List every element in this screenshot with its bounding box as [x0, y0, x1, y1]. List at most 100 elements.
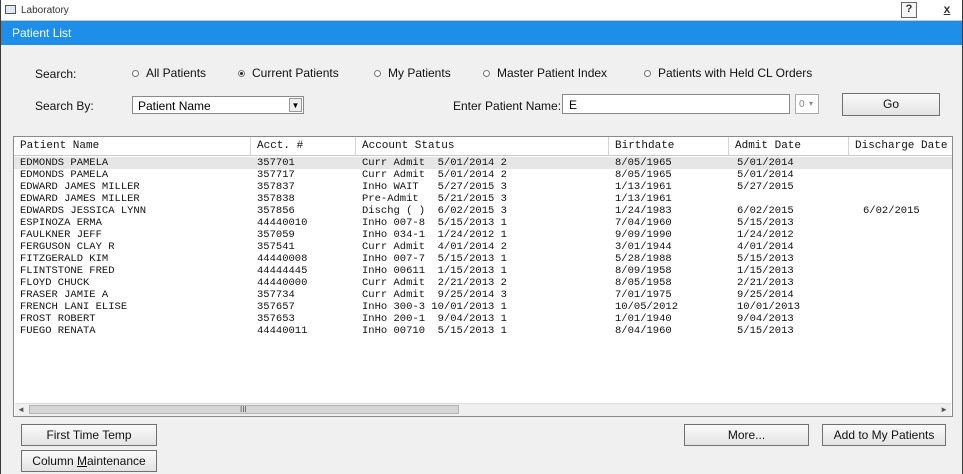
- cell-admit-date: 9/04/2013: [737, 313, 794, 325]
- scroll-right-icon[interactable]: ►: [940, 405, 948, 414]
- search-label: Search:: [35, 67, 77, 81]
- table-row[interactable]: FROST ROBERT 357653 InHo 200-1 9/04/2013 1…: [14, 313, 952, 325]
- help-button[interactable]: ?: [901, 2, 917, 18]
- radio-label: Master Patient Index: [497, 66, 608, 80]
- close-icon[interactable]: x: [944, 2, 951, 16]
- table-row[interactable]: FERGUSON CLAY R 357541 Curr Admit 4/01/201…: [14, 241, 952, 253]
- horizontal-scrollbar[interactable]: ◄ III ►: [15, 403, 951, 416]
- laboratory-window: Laboratory ? x Patient List Search: All …: [0, 0, 963, 474]
- table-row[interactable]: EDMONDS PAMELA 357701 Curr Admit 5/01/2014…: [14, 157, 952, 169]
- scroll-left-icon[interactable]: ◄: [17, 405, 25, 414]
- search-by-select[interactable]: Patient Name ▼: [132, 96, 304, 114]
- cell-account-status: InHo 034-1 1/24/2012 1: [362, 229, 507, 241]
- window-icon: [5, 5, 16, 14]
- cell-acct: 357541: [257, 241, 295, 253]
- page-header: Patient List: [1, 21, 962, 45]
- radio-label: My Patients: [388, 66, 451, 80]
- column-header-acct[interactable]: Acct. #: [251, 137, 356, 155]
- cell-patient-name: FLINTSTONE FRED: [20, 265, 115, 277]
- cell-admit-date: 2/21/2013: [737, 277, 794, 289]
- scrollbar-grip: III: [240, 405, 247, 414]
- radio-master-patient-index[interactable]: Master Patient Index: [483, 66, 607, 80]
- cell-account-status: InHo 300-3 10/01/2013 1: [362, 301, 507, 313]
- cell-birthdate: 8/05/1965: [615, 157, 672, 169]
- cell-account-status: Curr Admit 2/21/2013 2: [362, 277, 507, 289]
- table-row[interactable]: FAULKNER JEFF 357059 InHo 034-1 1/24/2012 …: [14, 229, 952, 241]
- patient-name-input[interactable]: E: [562, 94, 790, 114]
- radio-checked-icon[interactable]: [238, 69, 245, 77]
- column-maintenance-label: Column Maintenance: [32, 454, 146, 468]
- table-row[interactable]: FLOYD CHUCK 44440000 Curr Admit 2/21/2013 …: [14, 277, 952, 289]
- cell-patient-name: EDWARD JAMES MILLER: [20, 193, 140, 205]
- cell-admit-date: 5/01/2014: [737, 169, 794, 181]
- cell-admit-date: 6/02/2015: [737, 205, 794, 217]
- column-header-discharge-date[interactable]: Discharge Date: [849, 137, 952, 155]
- cell-account-status: Curr Admit 5/01/2014 2: [362, 169, 507, 181]
- radio-icon[interactable]: [374, 69, 381, 77]
- column-maintenance-button[interactable]: Column Maintenance: [21, 450, 157, 472]
- table-row[interactable]: EDWARDS JESSICA LYNN 357856 Dischg ( ) 6/0…: [14, 205, 952, 217]
- table-row[interactable]: ESPINOZA ERMA 44440010 InHo 007-8 5/15/201…: [14, 217, 952, 229]
- cell-admit-date: 10/01/2013: [737, 301, 801, 313]
- cell-acct: 44440008: [257, 253, 308, 265]
- radio-held-cl-orders[interactable]: Patients with Held CL Orders: [644, 66, 812, 80]
- close-button[interactable]: x: [940, 2, 954, 16]
- count-spinner[interactable]: 0 ▾: [795, 94, 819, 114]
- patient-table[interactable]: Patient Name Acct. # Account Status Birt…: [13, 136, 953, 417]
- cell-patient-name: EDWARDS JESSICA LYNN: [20, 205, 147, 217]
- radio-current-patients[interactable]: Current Patients: [238, 66, 339, 80]
- radio-label: All Patients: [146, 66, 207, 80]
- cell-admit-date: 1/15/2013: [737, 265, 794, 277]
- radio-all-patients[interactable]: All Patients: [132, 66, 206, 80]
- cell-patient-name: FITZGERALD KIM: [20, 253, 109, 265]
- table-row[interactable]: EDWARD JAMES MILLER 357838 Pre-Admit 5/21/…: [14, 193, 952, 205]
- column-header-birthdate[interactable]: Birthdate: [609, 137, 729, 155]
- cell-admit-date: 5/27/2015: [737, 181, 794, 193]
- cell-birthdate: 1/01/1940: [615, 313, 672, 325]
- first-time-temp-button[interactable]: First Time Temp: [21, 424, 157, 446]
- cell-acct: 357717: [257, 169, 295, 181]
- cell-account-status: Curr Admit 5/01/2014 2: [362, 157, 507, 169]
- table-row[interactable]: FITZGERALD KIM 44440008 InHo 007-7 5/15/20…: [14, 253, 952, 265]
- cell-acct: 44440010: [257, 217, 308, 229]
- cell-birthdate: 8/05/1958: [615, 277, 672, 289]
- cell-admit-date: 5/15/2013: [737, 253, 794, 265]
- cell-birthdate: 1/13/1961: [615, 181, 672, 193]
- search-by-value: Patient Name: [138, 99, 211, 113]
- table-row[interactable]: FUEGO RENATA 44440011 InHo 00710 5/15/2013…: [14, 325, 952, 337]
- radio-my-patients[interactable]: My Patients: [374, 66, 451, 80]
- radio-label: Patients with Held CL Orders: [658, 66, 813, 80]
- cell-acct: 357734: [257, 289, 295, 301]
- more-button[interactable]: More...: [684, 424, 809, 446]
- cell-acct: 357837: [257, 181, 295, 193]
- cell-account-status: InHo 00710 5/15/2013 1: [362, 325, 507, 337]
- cell-account-status: Pre-Admit 5/21/2015 3: [362, 193, 507, 205]
- cell-birthdate: 5/28/1988: [615, 253, 672, 265]
- chevron-down-icon[interactable]: ▼: [289, 98, 302, 112]
- cell-patient-name: EDWARD JAMES MILLER: [20, 181, 140, 193]
- patient-name-value: E: [569, 98, 578, 112]
- cell-acct: 357856: [257, 205, 295, 217]
- add-to-my-patients-button[interactable]: Add to My Patients: [822, 424, 946, 446]
- go-button[interactable]: Go: [842, 93, 940, 116]
- radio-label: Current Patients: [252, 66, 339, 80]
- radio-icon[interactable]: [483, 69, 490, 77]
- cell-acct: 357701: [257, 157, 295, 169]
- cell-birthdate: 7/01/1975: [615, 289, 672, 301]
- cell-patient-name: EDMONDS PAMELA: [20, 169, 109, 181]
- title-bar: Laboratory ? x: [1, 0, 962, 21]
- table-row[interactable]: FRASER JAMIE A 357734 Curr Admit 9/25/2014…: [14, 289, 952, 301]
- radio-icon[interactable]: [644, 69, 651, 77]
- chevron-down-icon[interactable]: ▾: [809, 99, 813, 108]
- table-row[interactable]: EDWARD JAMES MILLER 357837 InHo WAIT 5/27/…: [14, 181, 952, 193]
- radio-icon[interactable]: [132, 69, 139, 77]
- scrollbar-thumb[interactable]: III: [29, 405, 459, 414]
- table-row[interactable]: FRENCH LANI ELISE 357657 InHo 300-3 10/01/…: [14, 301, 952, 313]
- table-row[interactable]: EDMONDS PAMELA 357717 Curr Admit 5/01/2014…: [14, 169, 952, 181]
- column-header-account-status[interactable]: Account Status: [356, 137, 609, 155]
- table-row[interactable]: FLINTSTONE FRED 44444445 InHo 00611 1/15/2…: [14, 265, 952, 277]
- column-header-patient-name[interactable]: Patient Name: [14, 137, 251, 155]
- column-header-admit-date[interactable]: Admit Date: [729, 137, 849, 155]
- cell-account-status: InHo 007-7 5/15/2013 1: [362, 253, 507, 265]
- cell-birthdate: 8/04/1960: [615, 325, 672, 337]
